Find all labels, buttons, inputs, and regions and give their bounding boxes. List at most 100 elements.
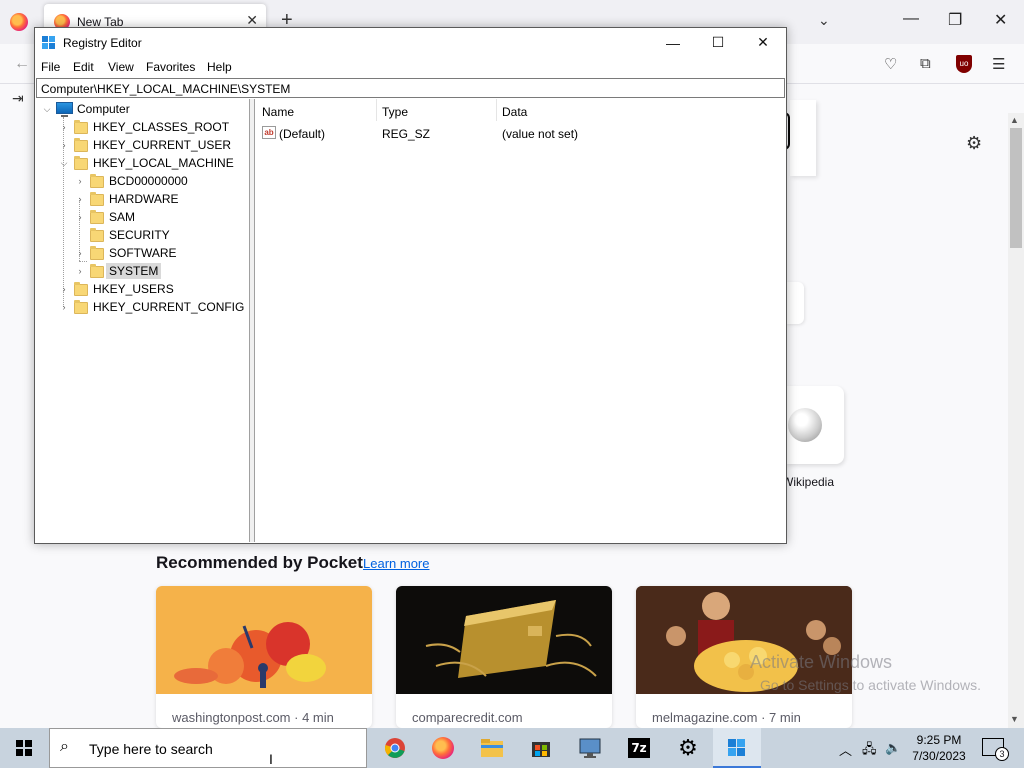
taskbar-registry-editor[interactable]: [713, 728, 761, 768]
chevron-right-icon[interactable]: ›: [75, 248, 85, 258]
wikipedia-shortcut-label[interactable]: Wikipedia: [782, 475, 834, 489]
address-bar[interactable]: Computer\HKEY_LOCAL_MACHINE\SYSTEM: [36, 78, 785, 98]
sign-in-icon[interactable]: ⇥: [12, 90, 24, 107]
menu-edit[interactable]: Edit: [73, 60, 94, 74]
browser-close-icon[interactable]: ✕: [994, 10, 1007, 30]
7zip-icon: 7z: [628, 738, 650, 758]
scroll-down-icon[interactable]: ▼: [1010, 714, 1019, 724]
chevron-right-icon[interactable]: ›: [59, 122, 69, 132]
chevron-right-icon[interactable]: ›: [59, 140, 69, 150]
taskbar-store[interactable]: [517, 728, 565, 768]
ublock-origin-icon[interactable]: uo: [956, 55, 972, 73]
column-header-name[interactable]: Name: [262, 105, 294, 119]
menu-hamburger-icon[interactable]: ☰: [992, 55, 1005, 73]
taskbar-firefox[interactable]: [419, 728, 467, 768]
menu-favorites[interactable]: Favorites: [146, 60, 195, 74]
tree-item-hkey-users[interactable]: › HKEY_USERS: [36, 280, 250, 298]
menu-help[interactable]: Help: [207, 60, 232, 74]
notification-center-icon[interactable]: 3: [982, 738, 1009, 761]
registry-tree-pane[interactable]: ⌵ Computer › HKEY_CLASSES_ROOT › HKEY_CU…: [36, 99, 250, 542]
column-header-data[interactable]: Data: [502, 105, 527, 119]
pocket-card[interactable]: washingtonpost.com · 4 min: [156, 586, 372, 728]
gear-icon[interactable]: ⚙: [966, 133, 982, 154]
pocket-card-image: [396, 586, 612, 694]
back-arrow-icon[interactable]: ←: [14, 55, 30, 73]
menu-view[interactable]: View: [108, 60, 134, 74]
tree-item-hkey-classes-root[interactable]: › HKEY_CLASSES_ROOT: [36, 118, 250, 136]
taskbar-search-box[interactable]: ⌕ Type here to search I: [49, 728, 367, 768]
browser-restore-icon[interactable]: ❐: [948, 10, 962, 30]
chevron-right-icon[interactable]: ›: [75, 194, 85, 204]
registry-editor-titlebar[interactable]: Registry Editor — ☐ ✕: [35, 28, 786, 57]
column-header-type[interactable]: Type: [382, 105, 408, 119]
chevron-right-icon[interactable]: ›: [75, 266, 85, 276]
folder-icon: [74, 138, 88, 152]
value-type: REG_SZ: [382, 127, 431, 141]
scrollbar-thumb[interactable]: [1010, 128, 1022, 248]
pocket-learn-more-link[interactable]: Learn more: [363, 556, 429, 571]
value-data: (value not set): [502, 127, 579, 141]
taskbar-7zip[interactable]: 7z: [615, 728, 663, 768]
close-button[interactable]: ✕: [740, 28, 786, 57]
chevron-right-icon[interactable]: ›: [75, 176, 85, 186]
tree-item-security[interactable]: SECURITY: [36, 226, 250, 244]
pocket-card-source: washingtonpost.com · 4 min: [172, 710, 334, 725]
chevron-right-icon[interactable]: ›: [59, 284, 69, 294]
tree-item-hkey-local-machine[interactable]: ⌵ HKEY_LOCAL_MACHINE: [36, 154, 250, 172]
tree-item-sam[interactable]: › SAM: [36, 208, 250, 226]
tree-item-computer[interactable]: ⌵ Computer: [36, 100, 250, 118]
scroll-up-icon[interactable]: ▲: [1010, 115, 1019, 125]
chevron-right-icon[interactable]: ›: [75, 212, 85, 222]
start-button[interactable]: [0, 728, 48, 768]
tree-item-label: HKEY_CURRENT_CONFIG: [93, 300, 245, 314]
extensions-icon[interactable]: ⧉: [920, 55, 931, 72]
chevron-down-icon[interactable]: ⌵: [59, 158, 69, 169]
chevron-down-icon[interactable]: ⌵: [42, 104, 52, 115]
wikipedia-globe-icon: [788, 408, 822, 442]
taskbar-remote-desktop[interactable]: [566, 728, 614, 768]
taskbar-chrome[interactable]: [371, 728, 419, 768]
value-name: (Default): [279, 127, 326, 141]
minimize-icon: —: [666, 34, 680, 51]
maximize-button[interactable]: ☐: [695, 28, 741, 57]
tree-item-label: SOFTWARE: [109, 246, 177, 260]
list-tabs-chevron-icon[interactable]: ⌄: [818, 12, 830, 29]
pocket-card-source: comparecredit.com: [412, 710, 523, 725]
column-divider[interactable]: [496, 99, 497, 121]
shortcut-tile[interactable]: [786, 282, 804, 324]
registry-editor-window: Registry Editor — ☐ ✕ File Edit View Fav…: [34, 27, 787, 544]
volume-icon[interactable]: 🔈: [885, 740, 901, 756]
tree-item-bcd00000000[interactable]: › BCD00000000: [36, 172, 250, 190]
computer-icon: [56, 102, 73, 117]
tree-item-label: HKEY_LOCAL_MACHINE: [93, 156, 234, 170]
firefox-logo-icon[interactable]: [10, 13, 28, 31]
tree-item-label: Computer: [77, 102, 130, 116]
network-icon[interactable]: 🖧: [862, 740, 877, 762]
folder-icon: [90, 246, 104, 260]
pocket-card[interactable]: comparecredit.com: [396, 586, 612, 728]
tree-item-hardware[interactable]: › HARDWARE: [36, 190, 250, 208]
tree-item-label: SAM: [109, 210, 136, 224]
taskbar-file-explorer[interactable]: [468, 728, 516, 768]
column-divider[interactable]: [376, 99, 377, 121]
minimize-button[interactable]: —: [650, 28, 696, 57]
pocket-icon[interactable]: ♡: [884, 55, 897, 73]
tree-item-label: HARDWARE: [109, 192, 179, 206]
tree-item-software[interactable]: › SOFTWARE: [36, 244, 250, 262]
folder-icon: [90, 192, 104, 206]
search-placeholder: Type here to search: [89, 741, 213, 757]
address-path: Computer\HKEY_LOCAL_MACHINE\SYSTEM: [41, 82, 291, 96]
menu-file[interactable]: File: [41, 60, 60, 74]
tree-item-hkey-current-config[interactable]: › HKEY_CURRENT_CONFIG: [36, 298, 250, 316]
pocket-heading: Recommended by Pocket: [156, 553, 363, 572]
folder-icon: [74, 120, 88, 134]
notification-count-badge: 3: [995, 747, 1009, 761]
registry-values-pane[interactable]: Name Type Data ab (Default) REG_SZ (valu…: [255, 99, 786, 542]
system-clock[interactable]: 9:25 PM 7/30/2023: [904, 732, 974, 764]
taskbar-settings[interactable]: ⚙: [664, 728, 712, 768]
tree-item-system[interactable]: › SYSTEM: [36, 262, 250, 280]
chevron-right-icon[interactable]: ›: [59, 302, 69, 312]
show-hidden-icons-chevron-icon[interactable]: ︿: [839, 740, 852, 759]
browser-minimize-icon[interactable]: —: [903, 10, 919, 28]
tree-item-hkey-current-user[interactable]: › HKEY_CURRENT_USER: [36, 136, 250, 154]
